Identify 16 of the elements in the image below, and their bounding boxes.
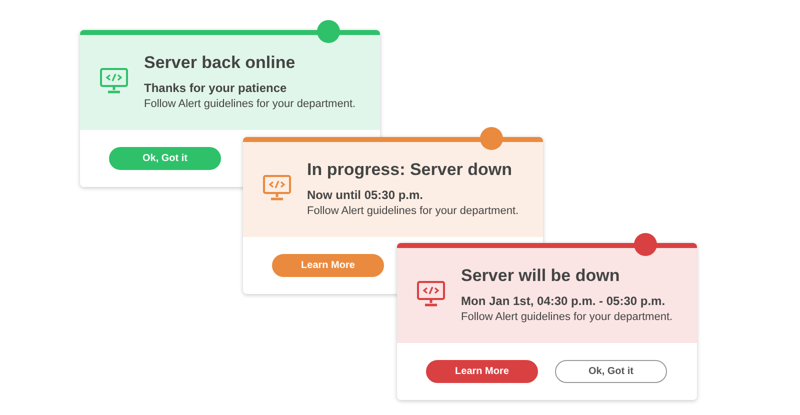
alert-message: Follow Alert guidelines for your department.: [307, 204, 519, 216]
alert-subtitle: Now until 05:30 p.m.: [307, 188, 424, 202]
action-button[interactable]: Learn More: [426, 360, 538, 383]
alert-title: Server back online: [144, 52, 296, 72]
dismiss-button[interactable]: Ok, Got it: [555, 360, 667, 383]
status-dot: [634, 233, 657, 256]
action-button[interactable]: Ok, Got it: [109, 147, 221, 170]
action-button[interactable]: Learn More: [272, 254, 384, 277]
alert-title: Server will be down: [461, 266, 621, 286]
status-dot: [317, 20, 340, 43]
alert-title: In progress: Server down: [307, 160, 513, 180]
alert-message: Follow Alert guidelines for your department.: [144, 98, 356, 110]
alert-message: Follow Alert guidelines for your department.: [461, 310, 673, 322]
alert-subtitle: Mon Jan 1st, 04:30 p.m. - 05:30 p.m.: [461, 294, 666, 308]
alert-subtitle: Thanks for your patience: [144, 80, 288, 94]
status-dot: [480, 127, 503, 150]
